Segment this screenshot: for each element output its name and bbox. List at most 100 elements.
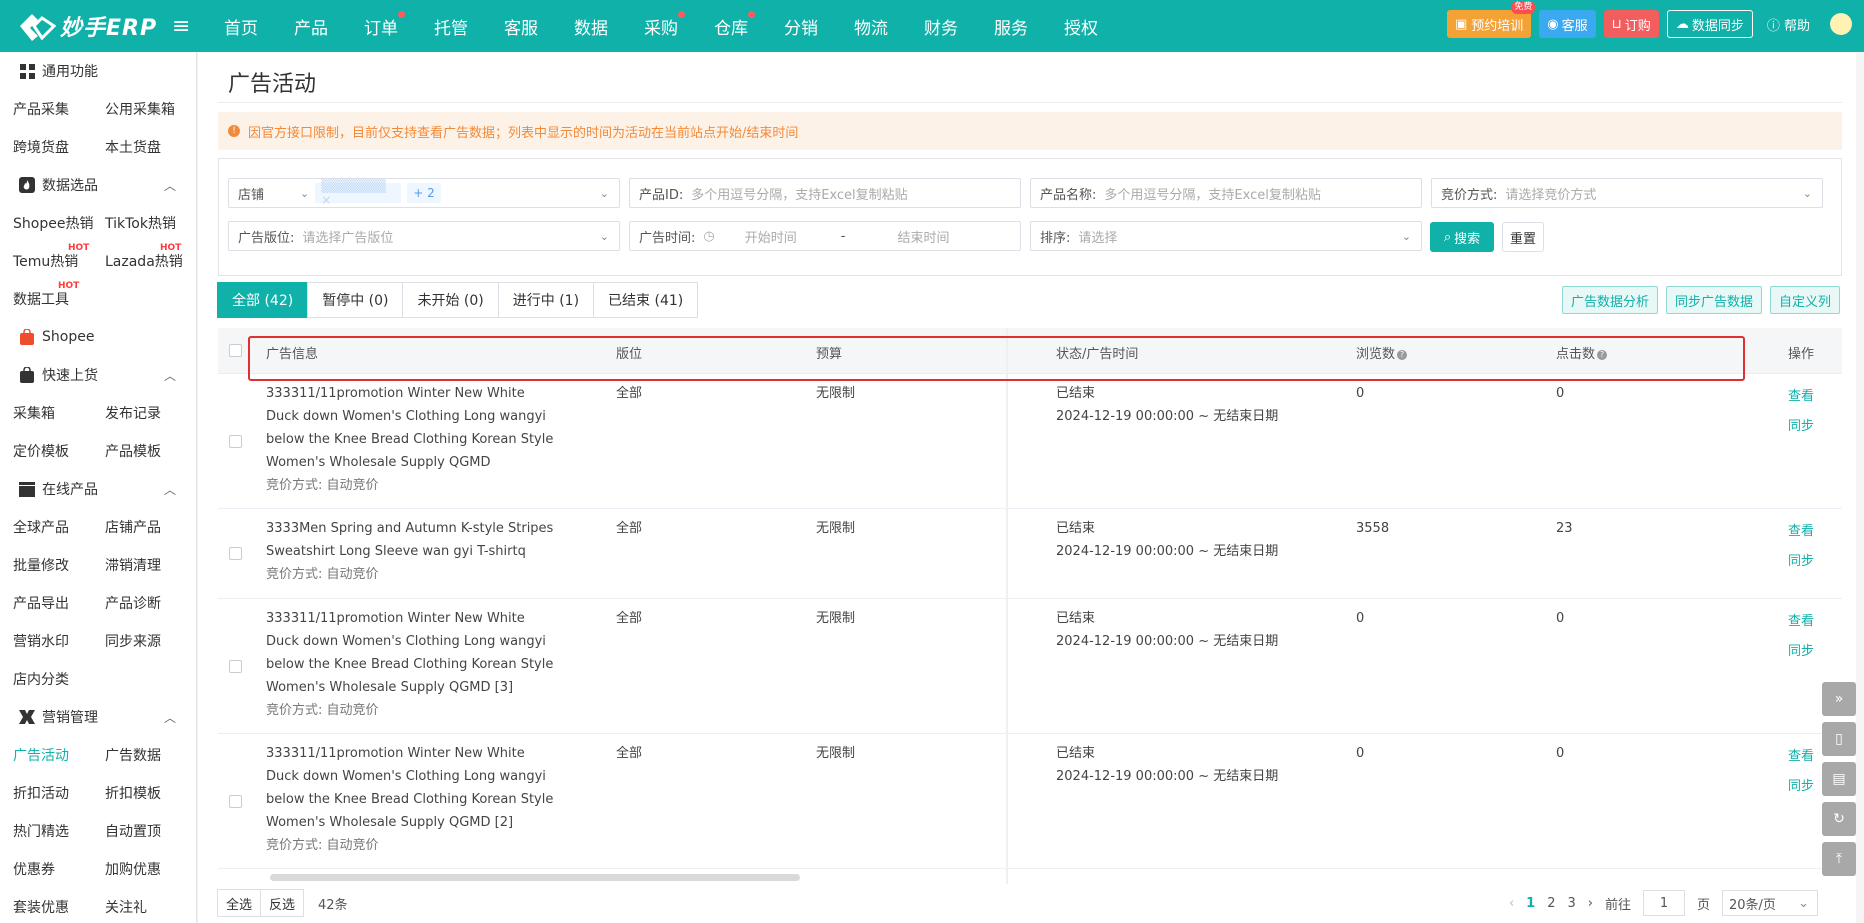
sidebar-item[interactable]: 优惠券 bbox=[0, 859, 92, 879]
nav-item[interactable]: 托管 bbox=[426, 14, 496, 39]
ad-title[interactable]: 333311/11promotion Winter New White Duck… bbox=[266, 742, 556, 834]
tab-status[interactable]: 全部 (42) bbox=[217, 282, 309, 318]
sidebar-item[interactable]: 公用采集箱 bbox=[92, 99, 184, 119]
view-link[interactable]: 查看 bbox=[1788, 517, 1814, 547]
select-all-button[interactable]: 全选 bbox=[217, 889, 262, 917]
nav-item[interactable]: 首页 bbox=[216, 14, 286, 39]
sidebar-item[interactable]: 全球产品 bbox=[0, 517, 92, 537]
ad-title[interactable]: 333311/11promotion Winter New White Duck… bbox=[266, 607, 556, 699]
ad-time-range[interactable]: 广告时间: ◷ 开始时间 - 结束时间 bbox=[629, 221, 1021, 251]
sidebar-section-quick[interactable]: 快速上货 ︿ bbox=[0, 356, 196, 394]
brand-logo[interactable]: 妙手ERP bbox=[0, 9, 168, 43]
view-link[interactable]: 查看 bbox=[1788, 742, 1814, 772]
sidebar-section-data-select[interactable]: 数据选品 ︿ bbox=[0, 166, 196, 204]
horizontal-scrollbar[interactable] bbox=[270, 874, 800, 881]
tab-status[interactable]: 未开始 (0) bbox=[402, 282, 499, 318]
sidebar-item[interactable]: 店内分类 bbox=[0, 669, 92, 689]
order-button[interactable]: ⊔ 订购 bbox=[1603, 10, 1659, 38]
sidebar-item[interactable]: 产品采集 bbox=[0, 99, 92, 119]
sidebar-section-general[interactable]: 通用功能 bbox=[0, 52, 196, 90]
nav-item[interactable]: 产品 bbox=[286, 14, 356, 39]
sidebar-item[interactable]: Shopee热销 bbox=[0, 213, 93, 233]
ad-title[interactable]: 3333Men Spring and Autumn K-style Stripe… bbox=[266, 517, 556, 563]
page-3[interactable]: 3 bbox=[1567, 896, 1575, 911]
ad-title[interactable]: 333311/11promotion Winter New White Duck… bbox=[266, 382, 556, 474]
row-checkbox[interactable] bbox=[229, 795, 242, 808]
search-button[interactable]: ⌕ 搜索 bbox=[1430, 222, 1494, 252]
sidebar-item[interactable]: 关注礼 bbox=[92, 897, 184, 917]
sidebar-item[interactable]: 批量修改 bbox=[0, 555, 92, 575]
refresh-icon[interactable]: ↻ bbox=[1822, 802, 1856, 836]
question-icon[interactable]: ? bbox=[1597, 349, 1608, 360]
sort-select[interactable]: 排序: 请选择 ⌄ bbox=[1030, 221, 1422, 251]
view-link[interactable]: 查看 bbox=[1788, 607, 1814, 637]
page-1[interactable]: 1 bbox=[1526, 896, 1535, 911]
back-to-top-icon[interactable]: ⤒ bbox=[1822, 842, 1856, 876]
ad-slot-select[interactable]: 广告版位: 请选择广告版位 ⌄ bbox=[228, 221, 620, 251]
nav-item[interactable]: 数据 bbox=[566, 14, 636, 39]
feedback-icon[interactable]: ▤ bbox=[1822, 762, 1856, 796]
sidebar-item[interactable]: 营销水印 bbox=[0, 631, 92, 651]
sync-link[interactable]: 同步 bbox=[1788, 637, 1814, 667]
tab-status[interactable]: 已结束 (41) bbox=[593, 282, 699, 318]
sidebar-item[interactable]: 滞销清理 bbox=[92, 555, 184, 575]
sidebar-item[interactable]: 自动置顶 bbox=[92, 821, 184, 841]
product-name-field[interactable]: 产品名称: 多个用逗号分隔，支持Excel复制粘贴 bbox=[1030, 178, 1422, 208]
page-size-select[interactable]: 20条/页 ⌄ bbox=[1722, 890, 1818, 916]
mobile-icon[interactable]: ▯ bbox=[1822, 722, 1856, 756]
row-checkbox[interactable] bbox=[229, 435, 242, 448]
sidebar-item[interactable]: 广告数据 bbox=[92, 745, 184, 765]
prev-page-icon[interactable]: ‹ bbox=[1509, 896, 1514, 911]
product-id-field[interactable]: 产品ID: 多个用逗号分隔，支持Excel复制粘贴 bbox=[629, 178, 1021, 208]
sidebar-section-online[interactable]: 在线产品 ︿ bbox=[0, 470, 196, 508]
sidebar-item[interactable]: 折扣模板 bbox=[92, 783, 184, 803]
sidebar-item[interactable]: 加购优惠 bbox=[92, 859, 184, 879]
sidebar-item[interactable]: 折扣活动 bbox=[0, 783, 92, 803]
row-checkbox[interactable] bbox=[229, 547, 242, 560]
shop-more-chip[interactable]: + 2 bbox=[407, 183, 441, 203]
user-avatar[interactable] bbox=[1830, 13, 1852, 35]
help-link[interactable]: ⓘ 帮助 bbox=[1767, 15, 1810, 34]
page-2[interactable]: 2 bbox=[1547, 896, 1555, 911]
nav-item[interactable]: 订单 bbox=[356, 10, 426, 39]
sidebar-section-marketing[interactable]: 营销管理 ︿ bbox=[0, 698, 196, 736]
data-sync-button[interactable]: ☁ 数据同步 bbox=[1666, 10, 1753, 38]
sidebar-item[interactable]: TikTok热销 bbox=[92, 213, 184, 233]
sidebar-item-ad-campaigns[interactable]: 广告活动 bbox=[0, 745, 92, 765]
nav-item[interactable]: 物流 bbox=[846, 14, 916, 39]
sidebar-item[interactable]: 发布记录 bbox=[92, 403, 184, 423]
sidebar-item[interactable]: Lazada热销 HOT bbox=[92, 243, 184, 271]
customer-service-button[interactable]: ◉ 客服 bbox=[1539, 10, 1596, 38]
tab-status[interactable]: 暂停中 (0) bbox=[307, 282, 404, 318]
sidebar-item[interactable]: 本土货盘 bbox=[92, 137, 184, 157]
bid-method-select[interactable]: 竞价方式: 请选择竞价方式 ⌄ bbox=[1431, 178, 1823, 208]
training-button[interactable]: ▣ 预约培训 免费 bbox=[1446, 1, 1536, 38]
nav-item[interactable]: 授权 bbox=[1056, 14, 1126, 39]
sidebar-item[interactable]: 跨境货盘 bbox=[0, 137, 92, 157]
sidebar-item[interactable]: 产品诊断 bbox=[92, 593, 184, 613]
sidebar-item[interactable]: 采集箱 bbox=[0, 403, 92, 423]
nav-item[interactable]: 仓库 bbox=[706, 10, 776, 39]
sidebar-item[interactable]: 定价模板 bbox=[0, 441, 92, 461]
sidebar-item[interactable]: 店铺产品 bbox=[92, 517, 184, 537]
goto-page-input[interactable]: 1 bbox=[1642, 890, 1685, 916]
shop-select[interactable]: 店铺 ⌄ ▒▒▒▒▒▒▒ × + 2 ⌄ bbox=[228, 178, 620, 208]
toolbar-button[interactable]: 自定义列 bbox=[1769, 286, 1840, 314]
nav-item[interactable]: 采购 bbox=[636, 10, 706, 39]
sidebar-item[interactable]: 热门精选 bbox=[0, 821, 92, 841]
nav-item[interactable]: 客服 bbox=[496, 14, 566, 39]
view-link[interactable]: 查看 bbox=[1788, 382, 1814, 412]
sidebar-section-shopee[interactable]: Shopee bbox=[0, 318, 196, 356]
sidebar-item[interactable]: 产品导出 bbox=[0, 593, 92, 613]
select-all-checkbox[interactable] bbox=[229, 344, 242, 357]
question-icon[interactable]: ? bbox=[1397, 349, 1408, 360]
sync-link[interactable]: 同步 bbox=[1788, 772, 1814, 802]
row-checkbox[interactable] bbox=[229, 660, 242, 673]
toolbar-button[interactable]: 广告数据分析 bbox=[1561, 286, 1658, 314]
invert-selection-button[interactable]: 反选 bbox=[260, 889, 305, 917]
sidebar-item[interactable]: 数据工具 HOT bbox=[0, 281, 92, 309]
sync-link[interactable]: 同步 bbox=[1788, 412, 1814, 442]
sync-link[interactable]: 同步 bbox=[1788, 547, 1814, 577]
sidebar-item[interactable]: 产品模板 bbox=[92, 441, 184, 461]
nav-item[interactable]: 分销 bbox=[776, 14, 846, 39]
